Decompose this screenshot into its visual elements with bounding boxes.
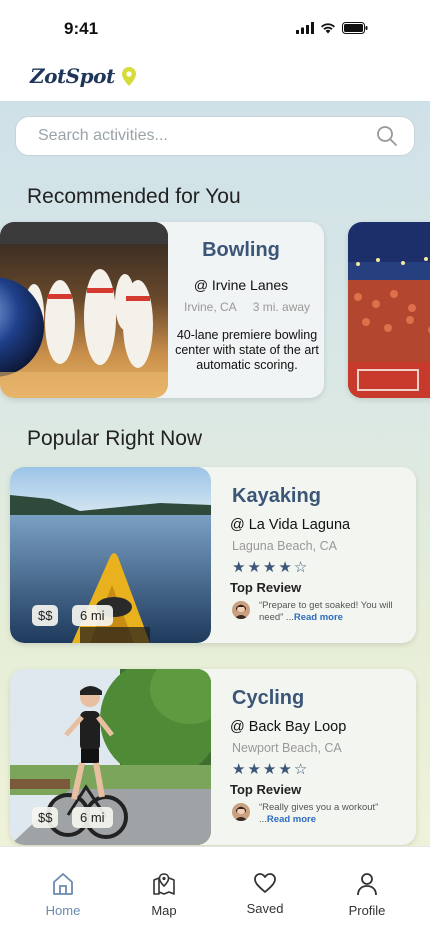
star-outline-icon: ☆ [293,761,310,778]
popular-venue: @ Back Bay Loop [230,719,347,735]
bottom-nav: Home Map Saved Profile [0,846,430,932]
main-content[interactable]: Recommended for You [0,101,430,846]
price-badge: $$ [32,807,59,828]
star-icon: ★ [278,559,294,576]
recommended-title: Recommended for You [27,185,241,208]
status-icons [296,22,368,34]
nav-home[interactable]: Home [33,872,93,918]
star-rating: ★★★★☆ [232,558,309,576]
nav-map[interactable]: Map [134,872,194,918]
nav-saved-label: Saved [246,901,284,916]
review-label: Top Review [230,580,302,595]
review-text: “Prepare to get soaked! You will need” .… [259,600,409,624]
distance-badge: 6 mi [72,807,113,828]
home-icon [53,873,73,895]
star-icon: ★ [247,559,263,576]
popular-location: Laguna Beach, CA [232,539,337,553]
star-icon: ★ [247,761,263,778]
app-header: ZotSpot [0,56,430,101]
status-time: 9:41 [64,19,99,38]
star-icon: ★ [262,559,279,576]
star-icon: ★ [262,761,279,778]
user-icon [357,873,377,896]
concert-image [348,222,430,398]
review-label: Top Review [230,782,302,797]
recommended-info: Bowling @ Irvine Lanes Irvine, CA 3 mi. … [168,222,324,398]
recommended-card-bowling[interactable]: Bowling @ Irvine Lanes Irvine, CA 3 mi. … [0,222,324,398]
bowling-image [0,222,168,398]
popular-title-text: Kayaking [232,485,321,507]
recommended-description: 40-lane premiere bowling center with sta… [175,328,319,372]
recommended-card-concert[interactable] [348,222,430,398]
search-icon[interactable] [376,125,398,147]
recommended-meta: Irvine, CA 3 mi. away [184,300,310,314]
star-icon: ★ [232,559,248,576]
recommended-city: Irvine, CA [184,300,237,314]
popular-venue: @ La Vida Laguna [230,517,351,533]
wifi-icon [321,23,335,34]
status-bar: 9:41 [0,0,430,56]
nav-home-label: Home [45,903,81,918]
search-bar[interactable] [15,116,415,156]
recommended-title-text: Bowling [202,239,280,261]
review-text: “Really gives you a workout” ...Read mor… [259,802,409,826]
star-rating: ★★★★☆ [232,760,309,778]
star-icon: ★ [278,761,294,778]
popular-card-kayaking[interactable]: $$ 6 mi Kayaking @ La Vida Laguna Laguna… [10,467,416,643]
popular-title: Popular Right Now [27,427,203,450]
signal-icon [296,22,314,34]
distance-badge: 6 mi [72,605,113,626]
popular-card-cycling[interactable]: $$ 6 mi Cycling @ Back Bay Loop Newport … [10,669,416,845]
star-icon: ★ [232,761,248,778]
nav-saved[interactable]: Saved [235,872,295,916]
reviewer-avatar [232,803,250,821]
nav-profile-label: Profile [348,903,386,918]
heart-icon [254,873,276,893]
popular-title-text: Cycling [232,687,305,709]
nav-profile[interactable]: Profile [337,872,397,918]
logo-text: ZotSpot [30,64,115,88]
popular-location: Newport Beach, CA [232,741,342,755]
reviewer-avatar [232,601,250,619]
map-pin-icon [122,67,136,86]
star-outline-icon: ☆ [293,559,310,576]
price-badge: $$ [32,605,59,626]
battery-icon [342,22,368,34]
recommended-distance: 3 mi. away [252,300,311,314]
nav-map-label: Map [151,903,177,918]
search-input[interactable] [38,117,358,154]
map-icon [153,873,175,895]
read-more-link[interactable]: Read more [267,814,316,825]
recommended-venue: @ Irvine Lanes [193,277,289,293]
read-more-link[interactable]: Read more [294,612,343,623]
